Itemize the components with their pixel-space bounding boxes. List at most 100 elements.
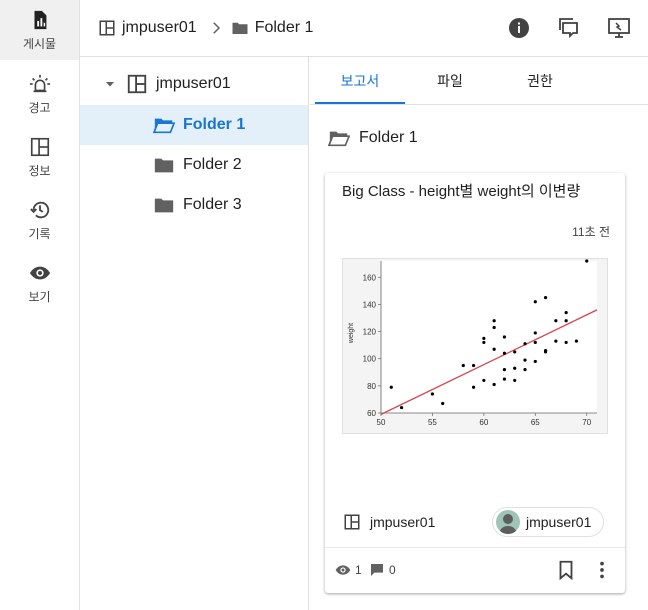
tree-item-folder-2[interactable]: Folder 2 bbox=[80, 145, 308, 185]
comment-icon bbox=[371, 564, 383, 576]
rail-label-posts: 게시물 bbox=[22, 36, 57, 51]
y-tick-label: 120 bbox=[363, 328, 377, 337]
present-button[interactable] bbox=[604, 13, 634, 43]
data-point bbox=[482, 340, 486, 345]
tree-root-label: jmpuser01 bbox=[156, 75, 231, 92]
data-point bbox=[533, 359, 537, 364]
data-point bbox=[502, 351, 507, 355]
rail-item-history[interactable]: 기록 bbox=[0, 190, 79, 250]
tree-item-folder-3[interactable]: Folder 3 bbox=[80, 185, 308, 225]
info-panel-icon bbox=[30, 137, 49, 156]
user-chip-name: jmpuser01 bbox=[526, 514, 592, 530]
tab-permissions[interactable]: 권한 bbox=[495, 57, 585, 105]
main-panel: 보고서 파일 권한 Folder 1 Big Class - height별 w… bbox=[310, 57, 648, 610]
data-point bbox=[564, 319, 568, 323]
tree-item-label: Folder 3 bbox=[183, 196, 242, 213]
view-count-value: 1 bbox=[355, 563, 362, 577]
scatter-chart: 5055606570 6080100120140160 weight heigh… bbox=[343, 259, 607, 433]
data-point bbox=[430, 392, 435, 396]
view-count: 1 bbox=[335, 562, 362, 578]
history-icon bbox=[29, 201, 49, 218]
rail-label-info: 정보 bbox=[28, 163, 51, 178]
data-point bbox=[502, 377, 507, 381]
data-point bbox=[543, 348, 548, 353]
folder-open-icon bbox=[328, 131, 350, 147]
data-point bbox=[585, 259, 589, 263]
data-point bbox=[471, 385, 476, 389]
folder-heading-label: Folder 1 bbox=[359, 129, 418, 146]
x-tick-label: 65 bbox=[531, 418, 540, 427]
data-point bbox=[471, 363, 476, 368]
app-window: 게시물 경고 정보 기록 보기 jmpuser01 Folder 1 jmpus… bbox=[0, 0, 648, 610]
y-tick-label: 160 bbox=[363, 273, 377, 282]
rail-item-alerts[interactable]: 경고 bbox=[0, 64, 79, 124]
data-point bbox=[492, 347, 496, 351]
data-point bbox=[564, 310, 568, 315]
data-point bbox=[492, 382, 496, 387]
data-point bbox=[533, 340, 537, 345]
bookmark-icon bbox=[559, 560, 573, 581]
alarm-icon bbox=[29, 74, 50, 92]
workspace-icon bbox=[344, 514, 360, 530]
data-point bbox=[492, 319, 496, 323]
data-point bbox=[543, 296, 548, 300]
left-rail: 게시물 경고 정보 기록 보기 bbox=[0, 0, 80, 610]
x-tick-label: 50 bbox=[377, 418, 386, 427]
eye-icon bbox=[335, 565, 351, 575]
report-card[interactable]: Big Class - height별 weight의 이변량 11초 전 50… bbox=[325, 173, 625, 593]
data-point bbox=[502, 335, 507, 339]
comment-count-value: 0 bbox=[389, 563, 396, 577]
info-button[interactable] bbox=[504, 13, 534, 43]
data-point bbox=[574, 339, 579, 343]
folder-open-icon bbox=[153, 118, 175, 134]
bookmark-button[interactable] bbox=[553, 557, 579, 583]
more-vert-icon bbox=[600, 561, 604, 579]
tab-bar: 보고서 파일 권한 bbox=[310, 57, 648, 105]
tree-item-folder-1[interactable]: Folder 1 bbox=[80, 105, 308, 145]
owner-name[interactable]: jmpuser01 bbox=[370, 514, 435, 530]
report-timestamp: 11초 전 bbox=[572, 225, 610, 239]
comments-button[interactable] bbox=[554, 13, 584, 43]
x-tick-label: 55 bbox=[428, 418, 437, 427]
top-header: jmpuser01 Folder 1 bbox=[80, 0, 648, 57]
data-point bbox=[399, 405, 404, 410]
report-title[interactable]: Big Class - height별 weight의 이변량 bbox=[342, 183, 612, 201]
header-actions bbox=[504, 13, 634, 43]
folder-heading: Folder 1 bbox=[328, 127, 418, 149]
tree-root[interactable]: jmpuser01 bbox=[80, 64, 308, 104]
data-point bbox=[389, 385, 393, 389]
more-menu-button[interactable] bbox=[589, 557, 615, 583]
presentation-icon bbox=[608, 18, 630, 38]
y-tick-label: 100 bbox=[363, 355, 377, 364]
folder-icon bbox=[154, 198, 174, 213]
data-point bbox=[523, 342, 527, 346]
x-tick-label: 70 bbox=[582, 418, 591, 427]
data-point bbox=[482, 378, 486, 383]
rail-label-history: 기록 bbox=[28, 226, 51, 241]
report-thumbnail[interactable]: 5055606570 6080100120140160 weight heigh… bbox=[342, 258, 608, 434]
card-footer: 1 0 bbox=[325, 547, 625, 593]
rail-item-posts[interactable]: 게시물 bbox=[0, 0, 79, 60]
tab-reports[interactable]: 보고서 bbox=[315, 57, 405, 105]
tab-files[interactable]: 파일 bbox=[405, 57, 495, 105]
y-tick-label: 80 bbox=[367, 382, 376, 391]
rail-item-view[interactable]: 보기 bbox=[0, 253, 79, 313]
eye-icon bbox=[29, 266, 50, 279]
x-tick-label: 60 bbox=[479, 418, 488, 427]
workspace-icon bbox=[99, 20, 115, 36]
breadcrumb-root[interactable]: jmpuser01 bbox=[122, 19, 197, 37]
caret-down-icon bbox=[106, 82, 114, 87]
active-tab-indicator bbox=[315, 102, 405, 104]
info-icon bbox=[509, 18, 529, 38]
data-point bbox=[554, 319, 558, 323]
folder-tree: jmpuser01 Folder 1 Folder 2 Folder 3 bbox=[80, 57, 309, 610]
rail-item-info[interactable]: 정보 bbox=[0, 127, 79, 187]
breadcrumb-current[interactable]: Folder 1 bbox=[255, 19, 314, 37]
rail-label-alerts: 경고 bbox=[28, 100, 51, 115]
y-tick-label: 140 bbox=[363, 300, 377, 309]
data-point bbox=[461, 363, 465, 368]
data-point bbox=[482, 336, 486, 340]
person-avatar-icon bbox=[499, 514, 517, 534]
user-chip[interactable]: jmpuser01 bbox=[492, 507, 605, 537]
data-point bbox=[554, 339, 558, 343]
